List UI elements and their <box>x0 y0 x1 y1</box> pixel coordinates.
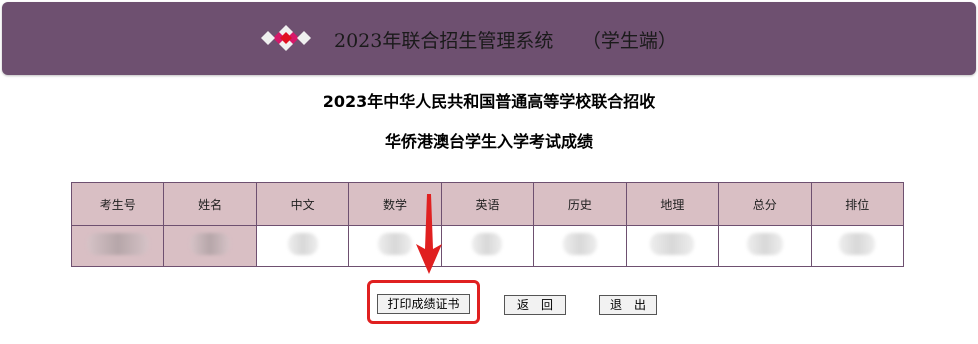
table-row <box>70 225 904 267</box>
col-header-english: 英语 <box>440 182 535 226</box>
page-heading-line2: 华侨港澳台学生入学考试成绩 <box>384 132 593 151</box>
cell-candidate-number-redacted <box>70 225 165 267</box>
cell-chinese-redacted <box>255 225 350 267</box>
col-header-candidate-number: 考生号 <box>70 182 165 226</box>
cell-rank-redacted <box>810 225 904 267</box>
back-button[interactable]: 返 回 <box>504 295 566 315</box>
cell-geography-redacted <box>625 225 720 267</box>
cell-name-redacted <box>163 225 257 267</box>
print-certificate-button[interactable]: 打印成绩证书 <box>377 294 470 314</box>
cell-total-redacted <box>718 225 812 267</box>
red-arrow-down-icon <box>416 194 442 274</box>
page-heading-line1: 2023年中华人民共和国普通高等学校联合招收 <box>322 92 656 111</box>
cell-english-redacted <box>440 225 535 267</box>
col-header-name: 姓名 <box>163 182 257 226</box>
table-header-row: 考生号 姓名 中文 数学 英语 历史 地理 总分 排位 <box>70 182 904 226</box>
col-header-chinese: 中文 <box>255 182 350 226</box>
diamond-logo-icon <box>261 25 311 51</box>
app-header: 2023年联合招生管理系统 （学生端） <box>2 2 976 75</box>
scores-table: 考生号 姓名 中文 数学 英语 历史 地理 总分 排位 <box>70 182 904 267</box>
col-header-total: 总分 <box>718 182 812 226</box>
exit-button[interactable]: 退 出 <box>599 295 657 315</box>
app-title: 2023年联合招生管理系统 （学生端） <box>334 30 677 52</box>
cell-history-redacted <box>533 225 627 267</box>
col-header-history: 历史 <box>533 182 627 226</box>
col-header-rank: 排位 <box>810 182 904 226</box>
col-header-geography: 地理 <box>625 182 720 226</box>
